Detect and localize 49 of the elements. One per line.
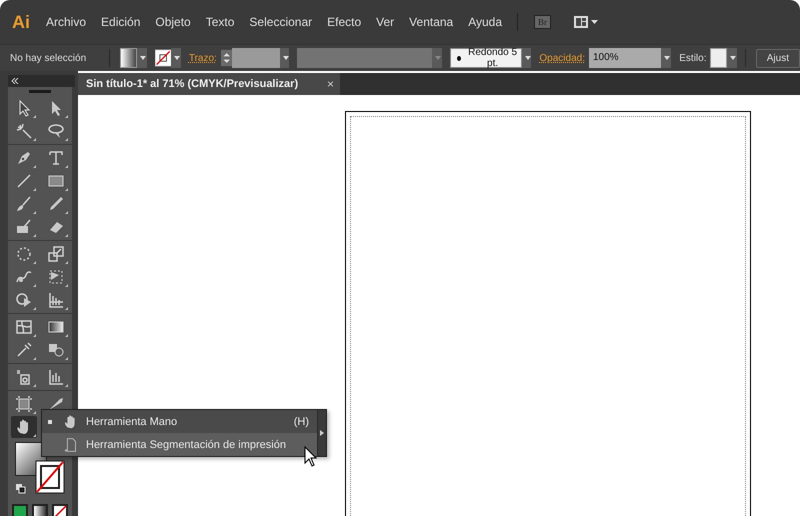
adjust-button[interactable]: Ajust bbox=[756, 48, 800, 68]
flyout-menu-item[interactable]: Herramienta Mano (H) bbox=[42, 410, 317, 433]
flyout-menu-item[interactable]: Herramienta Segmentación de impresión bbox=[42, 433, 317, 456]
gradient-mode-button[interactable] bbox=[32, 504, 48, 516]
menu-item[interactable]: Ventana bbox=[409, 15, 454, 29]
stroke-link[interactable]: Trazo: bbox=[188, 52, 217, 64]
style-label: Estilo: bbox=[679, 52, 706, 64]
tool-name: Herramienta Mano bbox=[86, 416, 178, 428]
opacity-field[interactable]: 100% bbox=[588, 48, 662, 68]
grip-icon[interactable] bbox=[29, 90, 51, 93]
dropdown-caret-icon[interactable] bbox=[661, 48, 672, 68]
menu-item[interactable]: Archivo bbox=[46, 15, 86, 29]
document-tab[interactable]: Sin título-1* al 71% (CMYK/Previsualizar) × bbox=[78, 73, 340, 95]
variable-width-field[interactable] bbox=[297, 48, 432, 68]
opacity-link[interactable]: Opacidad: bbox=[539, 52, 585, 64]
tear-off-handle[interactable] bbox=[317, 410, 326, 456]
spinner-arrows-icon[interactable] bbox=[220, 48, 232, 68]
default-colors-icon[interactable] bbox=[16, 484, 26, 494]
document-title: Sin título-1* al 71% (CMYK/Previsualizar) bbox=[86, 78, 298, 90]
menu-item[interactable]: Objeto bbox=[155, 15, 191, 29]
dropdown-caret-icon[interactable] bbox=[280, 48, 290, 68]
menu-item[interactable]: Texto bbox=[206, 15, 234, 29]
stroke-weight-field[interactable] bbox=[232, 48, 280, 68]
menu-item[interactable]: Ver bbox=[376, 15, 394, 29]
dropdown-caret-icon[interactable] bbox=[136, 48, 147, 68]
dropdown-caret-icon[interactable] bbox=[171, 48, 181, 68]
close-tab-button[interactable]: × bbox=[326, 77, 334, 91]
menu-item[interactable]: Seleccionar bbox=[249, 15, 312, 29]
hand-icon[interactable] bbox=[11, 416, 37, 438]
arrange-documents-icon[interactable] bbox=[573, 15, 600, 29]
app-logo: Ai bbox=[12, 12, 30, 32]
dropdown-caret-icon[interactable] bbox=[727, 48, 737, 68]
menu-item[interactable]: Ayuda bbox=[468, 15, 502, 29]
stroke-swatch[interactable] bbox=[154, 48, 172, 68]
color-mode-button[interactable] bbox=[12, 504, 28, 516]
shortcut-key: (H) bbox=[294, 416, 309, 428]
stroke-swatch[interactable] bbox=[35, 460, 65, 494]
style-swatch[interactable] bbox=[710, 48, 728, 68]
dropdown-caret-icon[interactable] bbox=[522, 48, 532, 68]
brush-dropdown[interactable]: Redondo 5 pt. bbox=[450, 48, 522, 68]
tool-name: Herramienta Segmentación de impresión bbox=[86, 438, 286, 450]
menu-item[interactable]: Efecto bbox=[327, 15, 362, 29]
collapse-icon[interactable] bbox=[11, 78, 19, 84]
none-mode-button[interactable] bbox=[52, 504, 68, 516]
fill-swatch[interactable] bbox=[120, 48, 137, 68]
caret-icon bbox=[320, 430, 324, 436]
mouse-pointer-icon bbox=[304, 446, 318, 468]
menu-item[interactable]: Edición bbox=[101, 15, 140, 29]
selection-status: No hay selección bbox=[10, 52, 88, 64]
